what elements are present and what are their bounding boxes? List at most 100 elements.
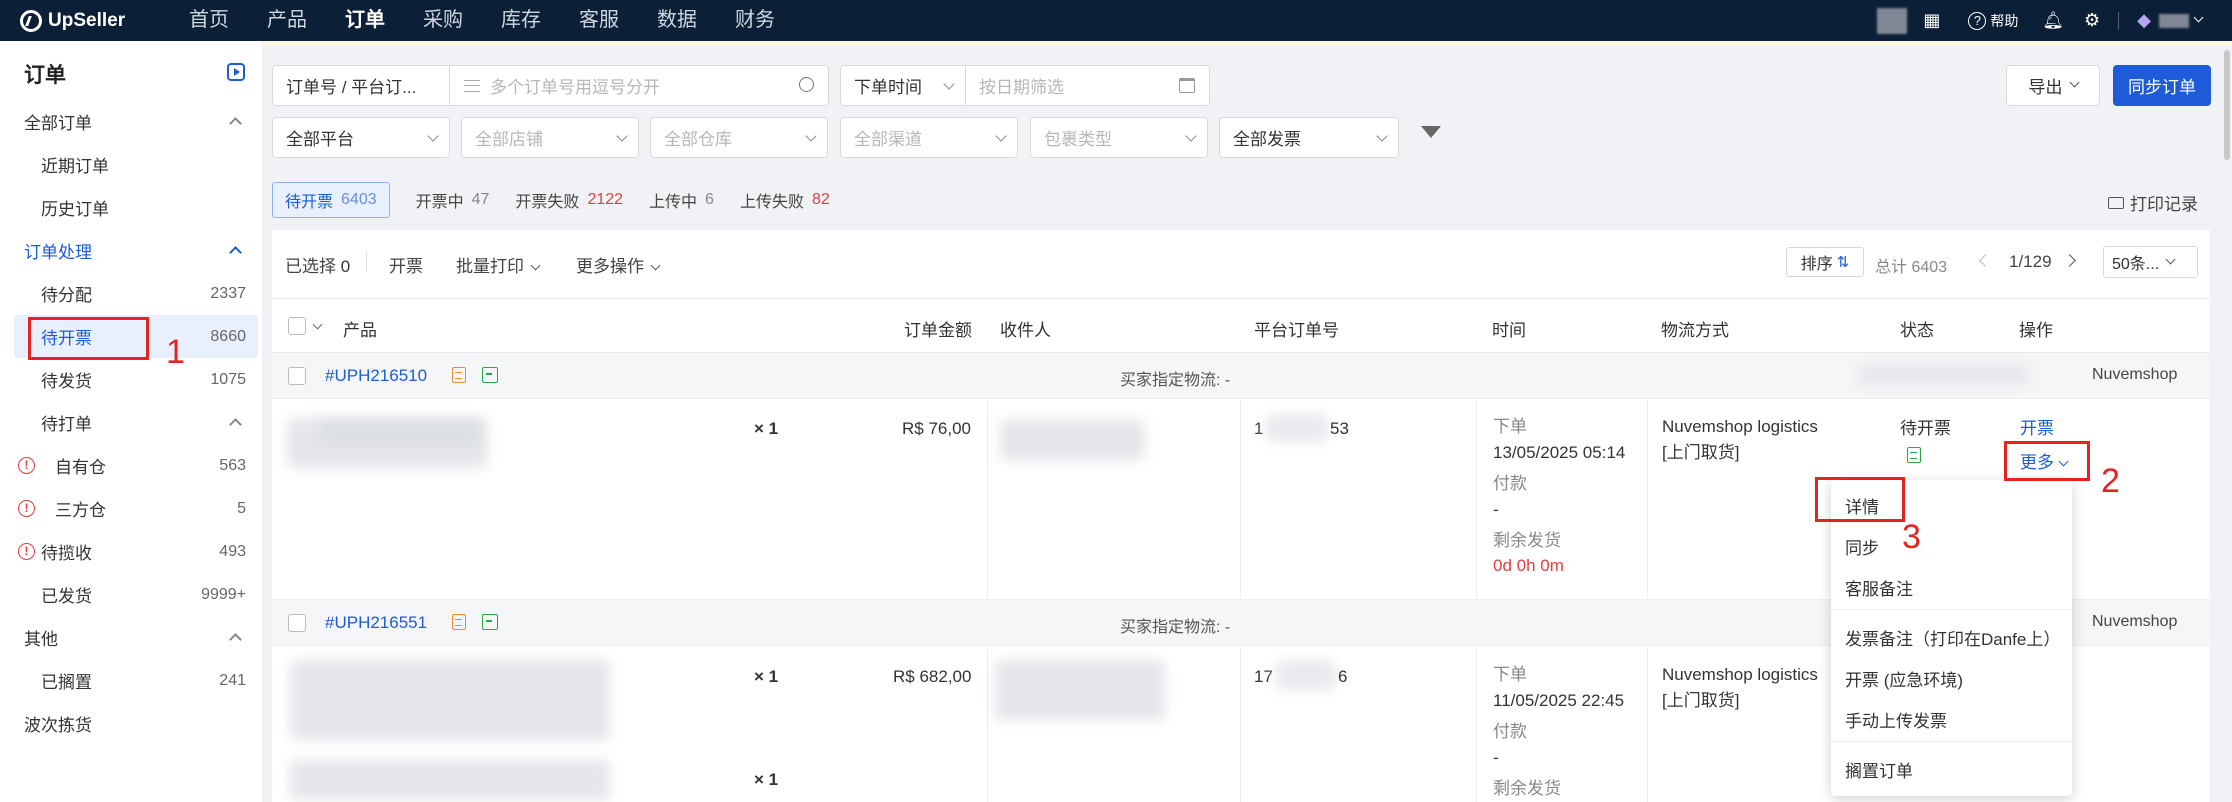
menu-item-invoice-note[interactable]: 发票备注（打印在Danfe上） xyxy=(1845,625,2060,650)
bell-icon[interactable]: 🔔︎ xyxy=(2042,11,2064,31)
divider xyxy=(1831,609,2072,610)
package-type-select[interactable]: 包裹类型 xyxy=(1030,117,1208,158)
nav-data[interactable]: 数据 xyxy=(638,0,716,41)
pay-time: - xyxy=(1493,748,1499,767)
chevron-down-icon xyxy=(995,130,1007,142)
sidebar-group-processing[interactable]: 订单处理 xyxy=(0,229,262,272)
nav-orders[interactable]: 订单 xyxy=(326,0,404,41)
menu-item-sync[interactable]: 同步 xyxy=(1845,534,1879,559)
store-value: 全部店铺 xyxy=(475,130,543,149)
note-icon[interactable] xyxy=(452,367,466,383)
date-filter-input[interactable]: 按日期筛选 xyxy=(965,65,1210,106)
sidebar-item-to-collect[interactable]: ! 待揽收 493 xyxy=(0,530,262,573)
sidebar-group-other[interactable]: 其他 xyxy=(0,616,262,659)
sidebar-group-all-orders[interactable]: 全部订单 xyxy=(0,100,262,143)
order-search-input[interactable]: 多个订单号用逗号分开 xyxy=(449,65,829,106)
nav-purchase[interactable]: 采购 xyxy=(404,0,482,41)
nav-finance[interactable]: 财务 xyxy=(716,0,794,41)
recipient-blurred xyxy=(1000,420,1145,460)
product-qty: × 1 xyxy=(754,770,779,789)
sort-button[interactable]: 排序 ⇅ xyxy=(1786,247,1864,277)
sidebar-item-label: 自有仓 xyxy=(55,458,106,477)
channel-value: 全部渠道 xyxy=(854,130,922,149)
invoice-link[interactable]: 开票 xyxy=(2020,416,2054,441)
warehouse-select[interactable]: 全部仓库 xyxy=(650,117,828,158)
import-icon[interactable] xyxy=(482,367,498,383)
sidebar-item-to-ship[interactable]: 待发货 1075 xyxy=(0,358,262,401)
upseller-logo[interactable]: UpSeller xyxy=(20,9,150,32)
select-all-checkbox[interactable] xyxy=(288,317,306,335)
sidebar-group-label: 其他 xyxy=(24,630,58,649)
more-actions-button[interactable]: 更多操作 xyxy=(576,252,661,277)
grid-apps-icon[interactable]: ▦ xyxy=(1923,10,1940,31)
chevron-down-icon xyxy=(530,260,541,271)
nav-home[interactable]: 首页 xyxy=(170,0,248,41)
sidebar-item-third-warehouse[interactable]: ! 三方仓 5 xyxy=(0,487,262,530)
sidebar-item-history[interactable]: 历史订单 xyxy=(0,186,262,229)
sidebar-item-wave-picking[interactable]: 波次拣货 xyxy=(0,702,262,745)
sidebar-item-label: 待发货 xyxy=(41,372,92,391)
order-number-link[interactable]: #UPH216510 xyxy=(325,366,427,386)
menu-item-manual-upload[interactable]: 手动上传发票 xyxy=(1845,707,1947,732)
sidebar-group-to-print[interactable]: 待打单 xyxy=(0,401,262,444)
channel-select[interactable]: 全部渠道 xyxy=(840,117,1018,158)
tab-uploading[interactable]: 上传中 6 xyxy=(649,182,714,218)
order-number-link[interactable]: #UPH216551 xyxy=(325,613,427,633)
avatar-blur[interactable] xyxy=(1877,7,1908,34)
export-button[interactable]: 导出 xyxy=(2006,65,2100,106)
page-size-select[interactable]: 50条... xyxy=(2103,246,2198,278)
sidebar-item-count: 563 xyxy=(219,456,246,474)
chevron-down-icon[interactable] xyxy=(312,319,323,330)
import-icon[interactable] xyxy=(482,614,498,630)
tab-label: 上传中 xyxy=(649,194,698,211)
sidebar-item-on-hold[interactable]: 已搁置 241 xyxy=(0,659,262,702)
store-select[interactable]: 全部店铺 xyxy=(461,117,639,158)
tab-upload-failed[interactable]: 上传失败 82 xyxy=(740,182,830,218)
tab-invoicing[interactable]: 开票中 47 xyxy=(416,182,490,218)
sidebar-item-shipped[interactable]: 已发货 9999+ xyxy=(0,573,262,616)
invoice-select[interactable]: 全部发票 xyxy=(1219,117,1399,158)
invoice-action-button[interactable]: 开票 xyxy=(389,252,423,277)
print-log-link[interactable]: 打印记录 xyxy=(2108,190,2198,215)
menu-item-cs-note[interactable]: 客服备注 xyxy=(1845,575,1913,600)
chevron-down-icon[interactable] xyxy=(2193,12,2204,23)
recipient-blurred xyxy=(995,660,1165,720)
tab-to-invoice[interactable]: 待开票 6403 xyxy=(272,182,390,218)
platform-select[interactable]: 全部平台 xyxy=(272,117,450,158)
sidebar-item-recent[interactable]: 近期订单 xyxy=(0,143,262,186)
help-button[interactable]: ? 帮助 xyxy=(1968,11,2018,31)
warning-icon: ! xyxy=(18,457,35,474)
product-title-blurred xyxy=(320,420,480,445)
account-blur[interactable] xyxy=(2159,13,2189,28)
platform-order-no-blurred xyxy=(1276,660,1336,690)
order-checkbox[interactable] xyxy=(288,367,306,385)
order-time-label: 下单 xyxy=(1493,417,1527,436)
sync-orders-button[interactable]: 同步订单 xyxy=(2113,65,2211,106)
nav-inventory[interactable]: 库存 xyxy=(482,0,560,41)
menu-item-hold-order[interactable]: 搁置订单 xyxy=(1845,757,1913,782)
order-type-select[interactable]: 订单号 / 平台订... xyxy=(272,65,450,106)
filter-icon[interactable] xyxy=(1421,126,1441,138)
help-icon: ? xyxy=(1968,11,1987,30)
sidebar-item-to-assign[interactable]: 待分配 2337 xyxy=(0,272,262,315)
diamond-icon[interactable]: ◆ xyxy=(2137,10,2151,31)
search-icon[interactable] xyxy=(799,77,814,92)
batch-print-button[interactable]: 批量打印 xyxy=(456,252,541,277)
annotation-number-2: 2 xyxy=(2101,462,2120,500)
logistics-pickup: [上门取货] xyxy=(1662,443,1740,462)
gear-icon[interactable]: ⚙ xyxy=(2084,10,2100,31)
divider xyxy=(1647,646,1648,802)
nav-products[interactable]: 产品 xyxy=(248,0,326,41)
notice-strip xyxy=(262,41,2232,45)
tab-invoice-failed[interactable]: 开票失败 2122 xyxy=(515,182,623,218)
invoice-doc-icon[interactable] xyxy=(1907,447,1921,463)
time-type-select[interactable]: 下单时间 xyxy=(840,65,966,106)
menu-item-invoice-emergency[interactable]: 开票 (应急环境) xyxy=(1845,666,1963,691)
order-checkbox[interactable] xyxy=(288,614,306,632)
nav-customer-service[interactable]: 客服 xyxy=(560,0,638,41)
collapse-sidebar-icon[interactable] xyxy=(227,63,245,81)
table-header: 产品 订单金额 收件人 平台订单号 时间 物流方式 状态 操作 xyxy=(272,298,2210,353)
note-icon[interactable] xyxy=(452,614,466,630)
sidebar-item-own-warehouse[interactable]: ! 自有仓 563 xyxy=(0,444,262,487)
page-scrollbar[interactable] xyxy=(2224,50,2230,160)
